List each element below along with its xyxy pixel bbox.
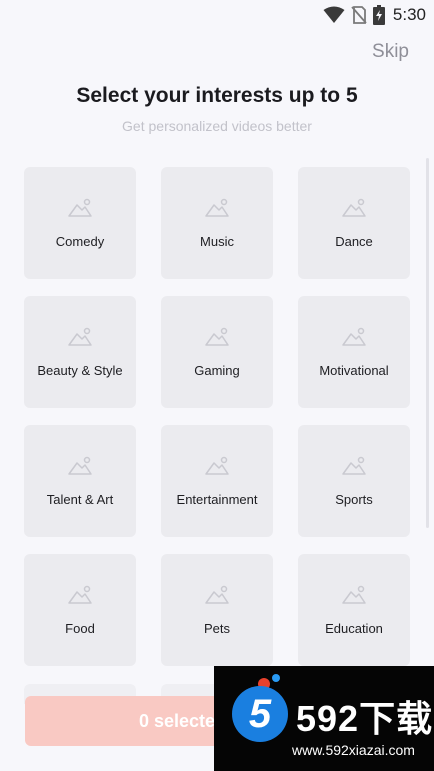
image-placeholder-icon <box>68 585 92 604</box>
logo-five-badge: 5 <box>232 686 288 742</box>
status-bar: 5:30 <box>0 0 434 30</box>
interest-label: Comedy <box>55 234 105 249</box>
status-icons: 5:30 <box>323 4 426 26</box>
image-placeholder-icon <box>68 327 92 346</box>
interest-label: Beauty & Style <box>37 363 123 378</box>
image-placeholder-icon <box>342 198 366 217</box>
interest-label: Pets <box>203 621 230 636</box>
battery-charging-icon <box>372 5 385 25</box>
image-placeholder-icon <box>205 585 229 604</box>
image-placeholder-icon <box>205 456 229 475</box>
image-placeholder-icon <box>342 585 366 604</box>
interest-label: Entertainment <box>176 492 258 507</box>
interest-label: Talent & Art <box>46 492 114 507</box>
page-subtitle: Get personalized videos better <box>122 118 312 134</box>
watermark-brand: 592下载 <box>296 698 434 739</box>
interest-card-beauty-style[interactable]: Beauty & Style <box>24 296 136 408</box>
scrollbar[interactable] <box>426 158 429 528</box>
interest-card-education[interactable]: Education <box>298 554 410 666</box>
interest-card-food[interactable]: Food <box>24 554 136 666</box>
interest-card-motivational[interactable]: Motivational <box>298 296 410 408</box>
no-sim-icon <box>351 6 367 24</box>
image-placeholder-icon <box>205 198 229 217</box>
image-placeholder-icon <box>342 327 366 346</box>
page-title: Select your interests up to 5 <box>76 84 358 107</box>
watermark-logo: 5 592下载 www.592xiazai.com <box>214 666 434 771</box>
image-placeholder-icon <box>68 456 92 475</box>
interest-label: Sports <box>335 492 373 507</box>
image-placeholder-icon <box>68 198 92 217</box>
interest-card-talent-art[interactable]: Talent & Art <box>24 425 136 537</box>
interest-label: Food <box>65 621 95 636</box>
interest-grid: Comedy Music Dance Beauty & Style Gaming <box>24 167 410 666</box>
interest-label: Motivational <box>319 363 389 378</box>
interest-card-sports[interactable]: Sports <box>298 425 410 537</box>
wifi-icon <box>323 6 345 23</box>
image-placeholder-icon <box>205 327 229 346</box>
interest-label: Dance <box>335 234 373 249</box>
interest-card-music[interactable]: Music <box>161 167 273 279</box>
interest-label: Gaming <box>194 363 240 378</box>
interest-card-pets[interactable]: Pets <box>161 554 273 666</box>
interest-label: Education <box>325 621 383 636</box>
status-time: 5:30 <box>392 5 426 24</box>
logo-dot <box>272 674 280 682</box>
watermark-url: www.592xiazai.com <box>292 742 415 758</box>
interest-label: Music <box>200 234 234 249</box>
image-placeholder-icon <box>342 456 366 475</box>
interest-card-dance[interactable]: Dance <box>298 167 410 279</box>
interest-card-entertainment[interactable]: Entertainment <box>161 425 273 537</box>
interest-card-comedy[interactable]: Comedy <box>24 167 136 279</box>
interest-card-gaming[interactable]: Gaming <box>161 296 273 408</box>
skip-button[interactable]: Skip <box>372 41 409 63</box>
